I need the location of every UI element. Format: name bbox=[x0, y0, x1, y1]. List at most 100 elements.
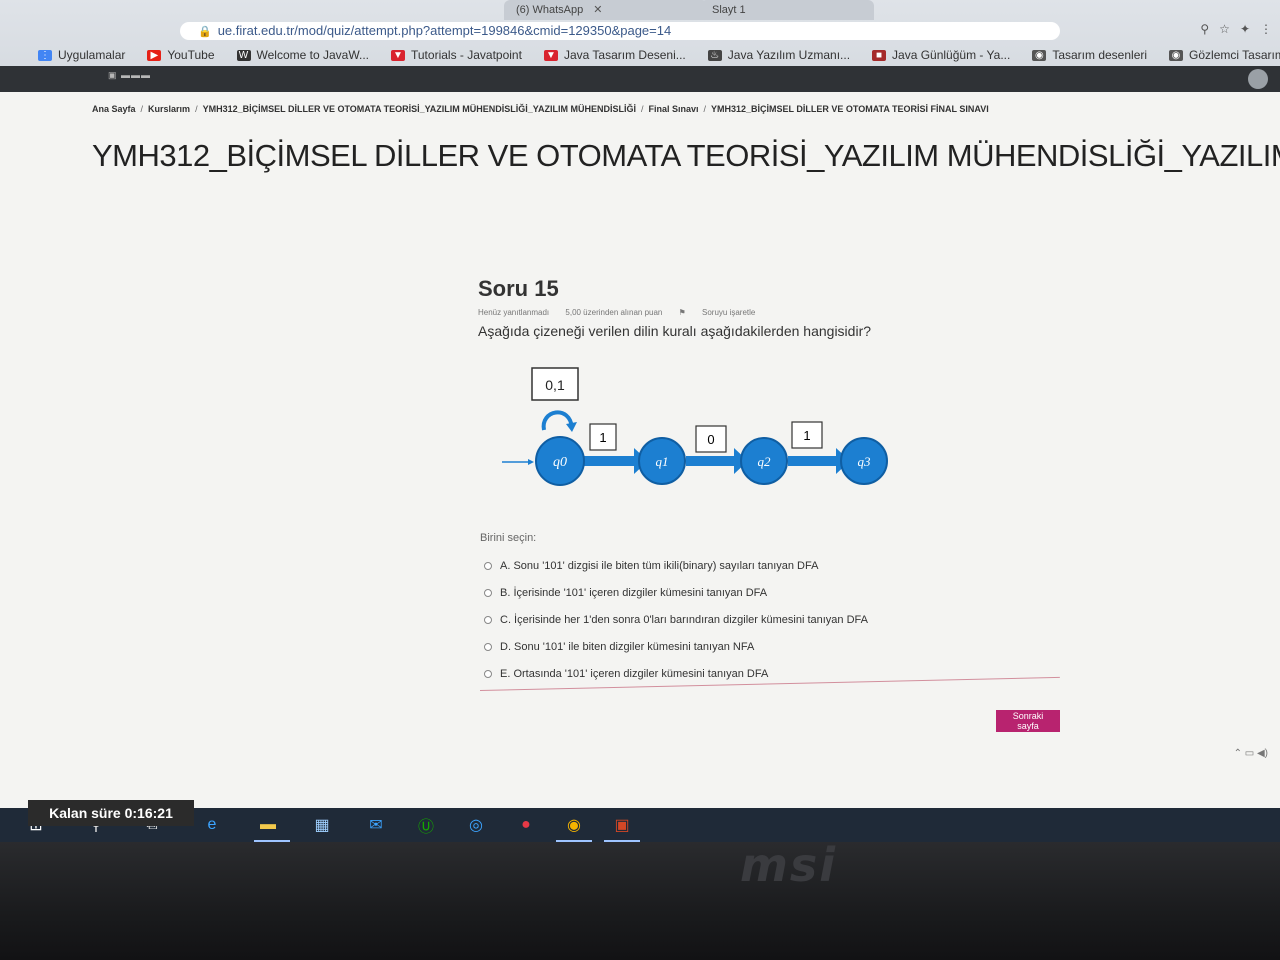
option-label: E. Ortasında '101' içeren dizgiler kümes… bbox=[500, 667, 769, 680]
zoom-icon[interactable]: ⚲ bbox=[1200, 22, 1209, 36]
self-loop-head bbox=[566, 422, 577, 432]
laptop-bezel bbox=[0, 842, 1280, 960]
question-points: 5,00 üzerinden alınan puan bbox=[565, 308, 663, 317]
flag-label: Soruyu işaretle bbox=[702, 308, 756, 317]
tab-slayt[interactable]: Slayt 1 bbox=[700, 0, 874, 20]
powerpoint-icon[interactable]: ▣ bbox=[610, 814, 634, 836]
tray-chevron-icon[interactable]: ⌃ bbox=[1234, 748, 1242, 759]
java-icon: ♨ bbox=[707, 49, 722, 61]
tab-label: Slayt 1 bbox=[712, 4, 746, 16]
site-header: ▣ ▬▬▬ bbox=[0, 66, 1280, 92]
store-icon[interactable]: ▦ bbox=[310, 814, 334, 836]
battery-icon[interactable]: ▭ bbox=[1245, 748, 1254, 759]
breadcrumb-quiz[interactable]: YMH312_BİÇİMSEL DİLLER VE OTOMATA TEORİS… bbox=[711, 104, 989, 114]
cortana-icon[interactable]: ◎ bbox=[464, 814, 488, 836]
option-d[interactable]: D. Sonu '101' ile biten dizgiler kümesin… bbox=[484, 633, 868, 660]
radio-button[interactable] bbox=[484, 642, 492, 651]
globe-icon: ◉ bbox=[1169, 49, 1184, 61]
bookmark-youtube[interactable]: ▶ YouTube bbox=[147, 48, 215, 62]
breadcrumb: Ana Sayfa / Kurslarım / YMH312_BİÇİMSEL DİLL… bbox=[92, 104, 989, 114]
option-c[interactable]: C. İçerisinde her 1'den sonra 0'ları bar… bbox=[484, 606, 868, 633]
answer-options: A. Sonu '101' dizgisi ile biten tüm ikil… bbox=[484, 552, 868, 687]
lock-icon: 🔒 bbox=[198, 26, 212, 38]
self-loop-arrow bbox=[541, 410, 574, 431]
option-label: B. İçerisinde '101' içeren dizgiler küme… bbox=[500, 586, 768, 599]
edge-icon[interactable]: e bbox=[200, 814, 224, 836]
bookmark-tasarim-desenleri[interactable]: ◉ Tasarım desenleri bbox=[1032, 48, 1147, 62]
blog-icon: ■ bbox=[872, 49, 887, 61]
bookmark-gozlemci[interactable]: ◉ Gözlemci Tasarım Ş... bbox=[1169, 48, 1280, 62]
state-q3-label: q3 bbox=[858, 454, 872, 469]
tab-strip: (6) WhatsApp ✕ Slayt 1 bbox=[0, 0, 1280, 22]
state-q2-label: q2 bbox=[758, 454, 772, 469]
mail-icon[interactable]: ✉ bbox=[364, 814, 388, 836]
flag-question[interactable]: ⚑ Soruyu işaretle bbox=[679, 308, 770, 317]
transition-q1-q2 bbox=[686, 456, 736, 466]
option-b[interactable]: B. İçerisinde '101' içeren dizgiler küme… bbox=[484, 579, 868, 606]
radio-button[interactable] bbox=[484, 561, 492, 570]
question-info: Henüz yanıtlanmadı 5,00 üzerinden alınan… bbox=[478, 308, 1078, 317]
upwork-icon[interactable]: Ⓤ bbox=[414, 814, 438, 836]
bookmark-java-gunlugum[interactable]: ■ Java Günlüğüm - Ya... bbox=[872, 48, 1010, 62]
w-icon: W bbox=[236, 49, 251, 61]
question-status: Henüz yanıtlanmadı bbox=[478, 308, 550, 317]
url-text: ue.firat.edu.tr/mod/quiz/attempt.php?att… bbox=[217, 23, 672, 38]
address-bar[interactable]: 🔒 ue.firat.edu.tr/mod/quiz/attempt.php?at… bbox=[180, 22, 1060, 40]
globe-icon: ◉ bbox=[1032, 49, 1047, 61]
bookmark-label: Java Tasarım Deseni... bbox=[563, 48, 686, 62]
file-explorer-icon[interactable]: ▬ bbox=[256, 814, 280, 836]
tab-label: (6) WhatsApp bbox=[516, 4, 584, 16]
page-title: YMH312_BİÇİMSEL DİLLER VE OTOMATA TEORİS… bbox=[92, 138, 1280, 173]
start-arrow-head bbox=[528, 459, 534, 465]
transition-q0-q1 bbox=[584, 456, 636, 466]
javatpoint-icon: ▼ bbox=[391, 49, 405, 61]
bookmark-label: Java Günlüğüm - Ya... bbox=[892, 48, 1011, 62]
chrome-icon[interactable]: ◉ bbox=[562, 814, 586, 836]
state-q0-label: q0 bbox=[553, 455, 567, 470]
next-page-button[interactable]: Sonraki sayfa bbox=[996, 710, 1060, 732]
question-text: Aşağıda çizeneği verilen dilin kuralı aş… bbox=[478, 323, 872, 339]
youtube-icon: ▶ bbox=[147, 49, 162, 61]
university-logo[interactable]: ▣ ▬▬▬ bbox=[108, 70, 188, 88]
question-number: Soru 15 bbox=[478, 276, 559, 301]
avatar[interactable] bbox=[1248, 69, 1268, 89]
breadcrumb-final[interactable]: Final Sınavı bbox=[649, 104, 699, 114]
bookmark-label: Gözlemci Tasarım Ş... bbox=[1189, 48, 1280, 62]
bookmark-java-tasarim[interactable]: ▼ Java Tasarım Deseni... bbox=[543, 48, 686, 62]
bookmark-java-uzmani[interactable]: ♨ Java Yazılım Uzmanı... bbox=[707, 48, 850, 62]
breadcrumb-courses[interactable]: Kurslarım bbox=[148, 104, 190, 114]
option-label: C. İçerisinde her 1'den sonra 0'ları bar… bbox=[500, 613, 868, 626]
radio-button[interactable] bbox=[484, 669, 492, 678]
brand-logo: msi bbox=[740, 838, 838, 892]
menu-icon[interactable]: ⋮ bbox=[1260, 22, 1272, 36]
choose-label: Birini seçin: bbox=[480, 532, 537, 544]
option-label: D. Sonu '101' ile biten dizgiler kümesin… bbox=[500, 640, 755, 653]
breadcrumb-course[interactable]: YMH312_BİÇİMSEL DİLLER VE OTOMATA TEORİS… bbox=[203, 104, 636, 114]
volume-icon[interactable]: ◀) bbox=[1257, 748, 1268, 759]
option-a[interactable]: A. Sonu '101' dizgisi ile biten tüm ikil… bbox=[484, 552, 868, 579]
radio-button[interactable] bbox=[484, 615, 492, 624]
browser-chrome: (6) WhatsApp ✕ Slayt 1 🔒 ue.firat.edu.tr/m… bbox=[0, 0, 1280, 92]
radio-button[interactable] bbox=[484, 588, 492, 597]
screen: (6) WhatsApp ✕ Slayt 1 🔒 ue.firat.edu.tr/m… bbox=[0, 0, 1280, 842]
bookmark-javaw[interactable]: W Welcome to JavaW... bbox=[236, 48, 369, 62]
extension-icon[interactable]: ✦ bbox=[1240, 22, 1250, 36]
star-icon[interactable]: ☆ bbox=[1219, 22, 1230, 36]
bookmark-javatpoint[interactable]: ▼ Tutorials - Javatpoint bbox=[391, 48, 522, 62]
transition-label-2: 0 bbox=[707, 432, 714, 447]
bookmark-apps[interactable]: ⋮ Uygulamalar bbox=[38, 48, 125, 62]
apps-grid-icon: ⋮ bbox=[38, 49, 52, 61]
remaining-time: Kalan süre 0:16:21 bbox=[28, 800, 194, 826]
transition-q2-q3 bbox=[788, 456, 838, 466]
system-tray: ⌃ ▭ ◀) bbox=[1234, 748, 1268, 759]
javatpoint-icon: ▼ bbox=[543, 49, 558, 61]
bookmark-label: Tasarım desenleri bbox=[1052, 48, 1148, 62]
question-block: Soru 15 Henüz yanıtlanmadı 5,00 üzerinde… bbox=[478, 276, 1078, 339]
toolbar-icons: ⚲ ☆ ✦ ⋮ bbox=[1190, 22, 1272, 40]
flag-icon: ⚑ bbox=[678, 308, 688, 317]
close-tab-icon[interactable]: ✕ bbox=[593, 4, 602, 16]
option-label: A. Sonu '101' dizgisi ile biten tüm ikil… bbox=[500, 559, 819, 572]
breadcrumb-home[interactable]: Ana Sayfa bbox=[92, 104, 136, 114]
opera-icon[interactable]: ● bbox=[514, 814, 538, 836]
tab-whatsapp[interactable]: (6) WhatsApp ✕ bbox=[504, 0, 708, 20]
